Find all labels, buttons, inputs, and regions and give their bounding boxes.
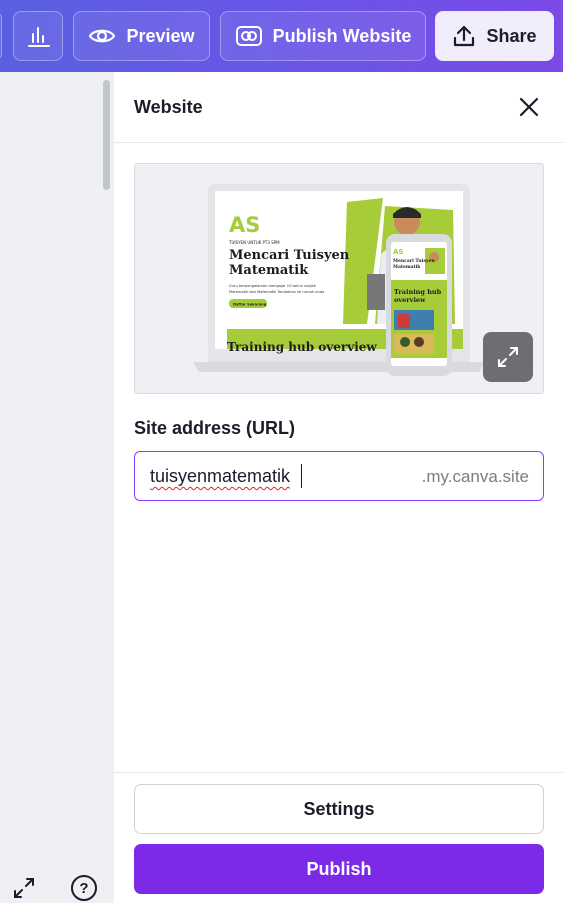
eye-icon <box>89 29 116 43</box>
publish-website-label: Publish Website <box>272 25 412 46</box>
text-caret <box>301 464 302 488</box>
headline-line2: Matematik <box>229 263 309 278</box>
preview-button[interactable]: Preview <box>73 11 210 61</box>
preview-label: Preview <box>126 25 195 46</box>
share-button[interactable]: Share <box>435 11 554 61</box>
canvas-gutter <box>0 72 114 903</box>
close-icon[interactable] <box>517 95 541 119</box>
scrollbar-thumb[interactable] <box>103 80 110 190</box>
question-icon[interactable]: ? <box>71 875 97 901</box>
toolbar-partial-button[interactable] <box>0 11 2 61</box>
mobile-headline-line2: Matematik <box>393 264 421 270</box>
publish-button[interactable]: Publish <box>134 844 544 894</box>
website-panel: Website Training hub overview AS TUISYEN… <box>114 72 563 903</box>
top-toolbar: Preview Publish Website Share <box>0 0 563 72</box>
fullscreen-icon[interactable] <box>12 876 36 900</box>
upload-icon <box>454 25 475 47</box>
mobile-headline-line1: Mencari Tuisyen <box>393 258 435 264</box>
site-address-input[interactable]: tuisyenmatematik <box>150 466 290 487</box>
bar-chart-icon <box>28 27 50 47</box>
mobile-brand-mark: AS <box>393 248 403 256</box>
website-preview: Training hub overview AS TUISYEN UNTUK P… <box>134 163 544 394</box>
cta-text: Daftar Sekarang <box>233 303 267 307</box>
publish-website-button[interactable]: Publish Website <box>220 11 426 61</box>
mobile-band-line1: Training hub <box>394 288 442 296</box>
eyebrow-text: TUISYEN UNTUK PT3 SPM <box>228 240 280 245</box>
url-suffix: .my.canva.site <box>421 467 529 486</box>
body-line2: Matematik dan Matematik Tambahan ke ruma… <box>229 290 324 294</box>
expand-preview-button[interactable] <box>483 332 533 382</box>
globe-link-icon <box>235 26 262 46</box>
headline-line1: Mencari Tuisyen <box>229 248 350 263</box>
band-text: Training hub overview <box>227 340 377 354</box>
settings-button[interactable]: Settings <box>134 784 544 834</box>
panel-title: Website <box>134 97 203 117</box>
site-address-label: Site address (URL) <box>134 418 296 438</box>
expand-arrows-icon <box>498 347 518 367</box>
panel-footer: Settings Publish <box>114 772 563 903</box>
insights-button[interactable] <box>13 11 63 61</box>
mobile-band-line2: overview <box>394 296 426 304</box>
body-line1: Guru berpengalaman mengajar 10 tahun sub… <box>229 284 317 288</box>
site-address-field[interactable]: tuisyenmatematik .my.canva.site <box>134 451 544 501</box>
share-label: Share <box>486 25 537 46</box>
brand-mark: AS <box>229 213 260 237</box>
panel-header: Website <box>114 72 563 143</box>
